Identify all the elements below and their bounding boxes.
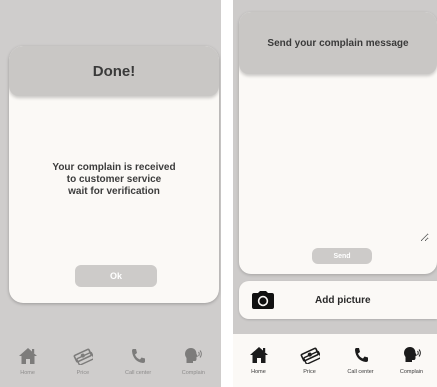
nav-label: Call center [124,369,152,376]
nav-label: Home [251,369,266,375]
phone-icon [132,348,146,363]
nav-label: Complain [399,369,424,375]
nav-item-call-center[interactable]: Call center [113,347,163,376]
dialog-title: Done! [92,62,136,80]
nav-label: Complain [181,369,205,376]
nav-item-home[interactable]: Home [234,346,284,375]
send-button[interactable]: Send [312,248,372,264]
nav-label: Call center [347,369,374,375]
nav-item-home[interactable]: Home [3,347,53,376]
nav-item-complain[interactable]: Complain [168,347,218,376]
bottom-nav: Home Price Call center Complain [233,334,437,387]
confirmation-dialog: Done! Your complain is received to custo… [9,46,219,303]
nav-item-call-center[interactable]: Call center [336,346,386,375]
nav-label: Home [20,369,35,376]
nav-label: Price [303,369,316,375]
add-picture-button[interactable]: Add picture [239,281,437,319]
complain-header: Send your complain message [239,12,437,74]
bottom-nav-dimmed: Home Price Call center Complain [0,335,221,387]
speaking-head-icon [403,347,421,362]
dialog-message-line: Your complain is received [52,162,176,173]
confirmation-screen: Done! Your complain is received to custo… [0,0,221,387]
money-icon [300,347,320,364]
camera-icon [252,291,274,309]
speaking-head-icon [185,347,203,363]
complain-title: Send your complain message [267,37,409,49]
nav-item-price[interactable]: Price [285,346,335,375]
home-icon [18,347,37,364]
complain-message-input[interactable] [247,82,429,242]
money-icon [73,348,93,365]
nav-item-price[interactable]: Price [58,347,108,376]
dialog-message: Your complain is received to customer se… [9,162,219,198]
complain-message-card: Send your complain message Send [239,12,437,274]
ok-button[interactable]: Ok [75,265,157,287]
home-icon [249,347,268,363]
phone-icon [354,348,368,362]
add-picture-label: Add picture [315,294,371,306]
nav-label: Price [76,369,90,376]
nav-item-complain[interactable]: Complain [387,346,437,375]
dialog-message-line: wait for verification [68,186,160,197]
dialog-message-line: to customer service [66,174,162,185]
complain-screen: Send your complain message Send Add pict… [233,0,437,387]
dialog-header: Done! [9,46,219,96]
